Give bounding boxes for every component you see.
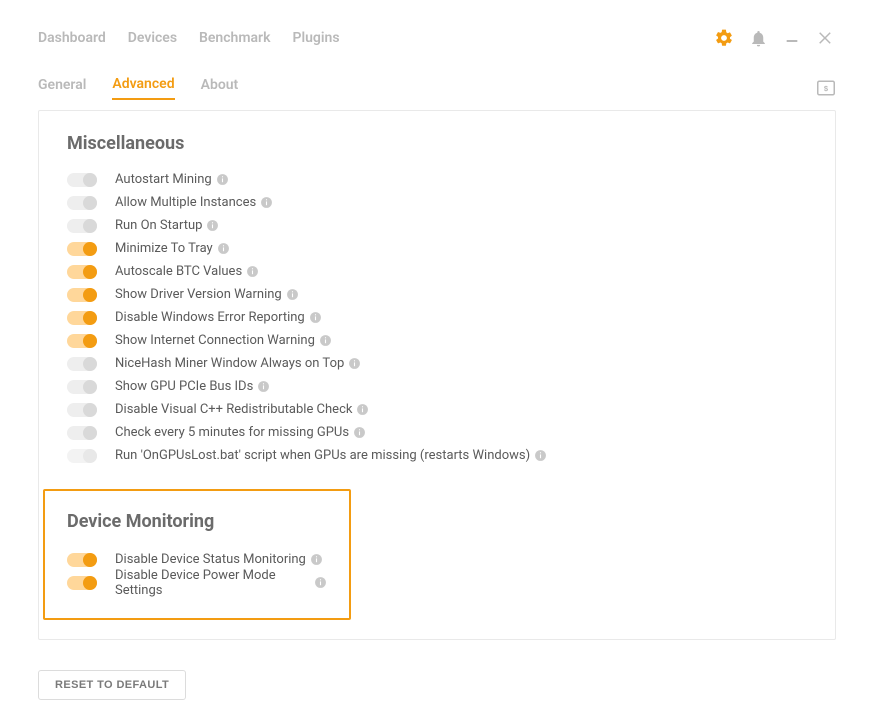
setting-label: Minimize To Tray: [115, 241, 213, 256]
setting-label: Check every 5 minutes for missing GPUs: [115, 425, 349, 440]
info-icon[interactable]: [246, 265, 259, 278]
setting-row-disable_vcredist: Disable Visual C++ Redistributable Check: [67, 398, 807, 421]
nav-dashboard[interactable]: Dashboard: [38, 30, 106, 46]
setting-label: Show GPU PCIe Bus IDs: [115, 379, 253, 394]
toggle-disable_dev_power[interactable]: [67, 576, 97, 590]
toggle-always_on_top[interactable]: [67, 357, 97, 371]
close-icon[interactable]: [816, 28, 836, 48]
tab-about[interactable]: About: [201, 77, 239, 99]
setting-label: Show Internet Connection Warning: [115, 333, 315, 348]
device-monitoring-box: Device Monitoring Disable Device Status …: [43, 489, 351, 620]
info-icon[interactable]: [534, 449, 547, 462]
svg-text:$: $: [824, 84, 829, 93]
setting-row-disable_win_err: Disable Windows Error Reporting: [67, 306, 807, 329]
setting-label: Autoscale BTC Values: [115, 264, 242, 279]
info-icon[interactable]: [260, 196, 273, 209]
setting-row-allow_multiple: Allow Multiple Instances: [67, 191, 807, 214]
setting-row-ongpuslost: Run 'OnGPUsLost.bat' script when GPUs ar…: [67, 444, 807, 467]
toggle-disable_dev_status[interactable]: [67, 553, 97, 567]
info-icon[interactable]: [286, 288, 299, 301]
toggle-check_missing_gpus[interactable]: [67, 426, 97, 440]
setting-row-show_net_warn: Show Internet Connection Warning: [67, 329, 807, 352]
setting-row-autoscale_btc: Autoscale BTC Values: [67, 260, 807, 283]
toggle-disable_vcredist[interactable]: [67, 403, 97, 417]
info-icon[interactable]: [353, 426, 366, 439]
info-icon[interactable]: [319, 334, 332, 347]
tab-general[interactable]: General: [38, 77, 86, 99]
setting-label: Allow Multiple Instances: [115, 195, 256, 210]
toggle-allow_multiple[interactable]: [67, 196, 97, 210]
info-icon[interactable]: [257, 380, 270, 393]
setting-row-show_driver_warn: Show Driver Version Warning: [67, 283, 807, 306]
setting-row-autostart_mining: Autostart Mining: [67, 168, 807, 191]
currency-icon[interactable]: $: [816, 78, 836, 98]
toggle-run_on_startup[interactable]: [67, 219, 97, 233]
info-icon[interactable]: [216, 173, 229, 186]
info-icon[interactable]: [206, 219, 219, 232]
setting-label: Disable Visual C++ Redistributable Check: [115, 402, 352, 417]
toggle-show_driver_warn[interactable]: [67, 288, 97, 302]
info-icon[interactable]: [309, 311, 322, 324]
setting-label: Disable Windows Error Reporting: [115, 310, 305, 325]
nav-devices[interactable]: Devices: [128, 30, 177, 46]
toggle-autoscale_btc[interactable]: [67, 265, 97, 279]
setting-label: Run On Startup: [115, 218, 202, 233]
info-icon[interactable]: [356, 403, 369, 416]
settings-panel: Miscellaneous Autostart Mining Allow Mult…: [38, 110, 836, 640]
info-icon[interactable]: [310, 553, 323, 566]
nav-plugins[interactable]: Plugins: [292, 30, 339, 46]
setting-label: Show Driver Version Warning: [115, 287, 282, 302]
toggle-show_gpu_pcie[interactable]: [67, 380, 97, 394]
reset-to-default-button[interactable]: RESET TO DEFAULT: [38, 670, 186, 700]
toggle-show_net_warn[interactable]: [67, 334, 97, 348]
toggle-minimize_to_tray[interactable]: [67, 242, 97, 256]
setting-label: Run 'OnGPUsLost.bat' script when GPUs ar…: [115, 448, 530, 463]
settings-scroll[interactable]: Miscellaneous Autostart Mining Allow Mult…: [39, 111, 835, 639]
setting-label: Disable Device Power Mode Settings: [115, 568, 310, 598]
toggle-disable_win_err[interactable]: [67, 311, 97, 325]
setting-label: Autostart Mining: [115, 172, 212, 187]
nav-benchmark[interactable]: Benchmark: [199, 30, 270, 46]
setting-row-always_on_top: NiceHash Miner Window Always on Top: [67, 352, 807, 375]
section-misc-title: Miscellaneous: [67, 133, 807, 154]
toggle-autostart_mining[interactable]: [67, 173, 97, 187]
setting-row-show_gpu_pcie: Show GPU PCIe Bus IDs: [67, 375, 807, 398]
minimize-icon[interactable]: [782, 28, 802, 48]
info-icon[interactable]: [314, 576, 327, 589]
info-icon[interactable]: [348, 357, 361, 370]
bell-icon[interactable]: [748, 28, 768, 48]
setting-label: Disable Device Status Monitoring: [115, 552, 306, 567]
setting-row-run_on_startup: Run On Startup: [67, 214, 807, 237]
setting-row-disable_dev_power: Disable Device Power Mode Settings: [67, 571, 327, 594]
setting-row-check_missing_gpus: Check every 5 minutes for missing GPUs: [67, 421, 807, 444]
section-devmon-title: Device Monitoring: [67, 511, 327, 532]
setting-row-minimize_to_tray: Minimize To Tray: [67, 237, 807, 260]
toggle-ongpuslost: [67, 449, 97, 463]
setting-label: NiceHash Miner Window Always on Top: [115, 356, 344, 371]
gear-icon[interactable]: [714, 28, 734, 48]
tab-advanced[interactable]: Advanced: [112, 76, 174, 100]
info-icon[interactable]: [217, 242, 230, 255]
